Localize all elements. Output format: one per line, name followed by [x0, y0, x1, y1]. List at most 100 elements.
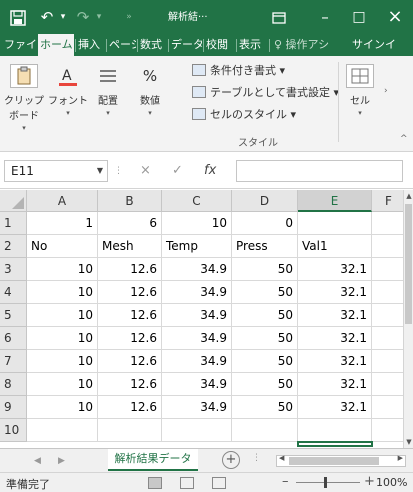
save-icon[interactable]	[6, 0, 30, 34]
cell-d4[interactable]: 50	[232, 281, 298, 304]
cell-d10[interactable]	[232, 419, 298, 442]
maximize-button[interactable]: □	[346, 0, 372, 34]
conditional-format-button[interactable]: 条件付き書式 ▾	[192, 62, 285, 80]
cell-f3[interactable]	[372, 258, 403, 281]
font-button[interactable]: A フォント ▾	[48, 64, 88, 117]
name-box[interactable]: E11 ▼	[4, 160, 108, 182]
tab-file[interactable]: ファイル	[2, 34, 36, 56]
cell-e2[interactable]: Val1	[298, 235, 372, 258]
column-header-e[interactable]: E	[298, 190, 372, 212]
scroll-right-icon[interactable]: ▶	[398, 454, 403, 462]
cells-button[interactable]: セル ▾	[342, 64, 378, 117]
cell-b5[interactable]: 12.6	[98, 304, 162, 327]
redo-icon[interactable]: ↷	[72, 0, 94, 34]
row-header-6[interactable]: 6	[0, 327, 27, 350]
column-header-f[interactable]: F	[372, 190, 403, 212]
zoom-level[interactable]: 100%	[376, 476, 407, 489]
page-layout-view-button[interactable]	[180, 477, 194, 489]
page-break-view-button[interactable]	[212, 477, 226, 489]
zoom-in-button[interactable]: +	[364, 474, 375, 489]
cell-c3[interactable]: 34.9	[162, 258, 232, 281]
zoom-slider-thumb[interactable]	[324, 477, 327, 488]
insert-function-button[interactable]: fx	[204, 160, 216, 182]
cell-styles-button[interactable]: セルのスタイル ▾	[192, 106, 296, 124]
scroll-left-icon[interactable]: ◀	[279, 454, 284, 462]
cell-a8[interactable]: 10	[27, 373, 98, 396]
tell-me-search[interactable]: ♀ 操作アシ	[272, 34, 346, 56]
column-header-b[interactable]: B	[98, 190, 162, 212]
formula-input[interactable]	[236, 160, 403, 182]
row-header-8[interactable]: 8	[0, 373, 27, 396]
tab-data[interactable]: データ	[169, 34, 202, 56]
select-all-button[interactable]	[0, 190, 27, 212]
cell-d3[interactable]: 50	[232, 258, 298, 281]
column-header-c[interactable]: C	[162, 190, 232, 212]
cell-e1[interactable]	[298, 212, 372, 235]
cell-d2[interactable]: Press	[232, 235, 298, 258]
cell-b3[interactable]: 12.6	[98, 258, 162, 281]
sheet-tab-active[interactable]: 解析結果データ	[108, 449, 198, 471]
add-sheet-button[interactable]: +	[222, 451, 240, 469]
cell-d5[interactable]: 50	[232, 304, 298, 327]
cell-f8[interactable]	[372, 373, 403, 396]
cell-d6[interactable]: 50	[232, 327, 298, 350]
row-header-9[interactable]: 9	[0, 396, 27, 419]
cell-a1[interactable]: 1	[27, 212, 98, 235]
cell-c4[interactable]: 34.9	[162, 281, 232, 304]
cell-e7[interactable]: 32.1	[298, 350, 372, 373]
tab-insert[interactable]: 挿入	[76, 34, 105, 56]
cell-a4[interactable]: 10	[27, 281, 98, 304]
cell-c1[interactable]: 10	[162, 212, 232, 235]
cell-e6[interactable]: 32.1	[298, 327, 372, 350]
cell-f2[interactable]	[372, 235, 403, 258]
cell-f1[interactable]	[372, 212, 403, 235]
scroll-down-icon[interactable]: ▼	[404, 436, 413, 448]
cell-a9[interactable]: 10	[27, 396, 98, 419]
zoom-slider-track[interactable]	[296, 482, 360, 483]
cell-d7[interactable]: 50	[232, 350, 298, 373]
cell-b8[interactable]: 12.6	[98, 373, 162, 396]
cell-a6[interactable]: 10	[27, 327, 98, 350]
row-header-2[interactable]: 2	[0, 235, 27, 258]
row-header-1[interactable]: 1	[0, 212, 27, 235]
zoom-out-button[interactable]: –	[282, 474, 289, 489]
tab-home[interactable]: ホーム	[38, 34, 74, 56]
cell-c8[interactable]: 34.9	[162, 373, 232, 396]
row-header-10[interactable]: 10	[0, 419, 27, 442]
cell-f5[interactable]	[372, 304, 403, 327]
tab-review[interactable]: 校閲	[204, 34, 235, 56]
minimize-button[interactable]: –	[312, 0, 338, 34]
column-header-d[interactable]: D	[232, 190, 298, 212]
tab-view[interactable]: 表示	[237, 34, 268, 56]
tab-page-layout[interactable]: ページ	[107, 34, 136, 56]
cell-e5[interactable]: 32.1	[298, 304, 372, 327]
cell-f6[interactable]	[372, 327, 403, 350]
cell-a5[interactable]: 10	[27, 304, 98, 327]
vertical-scrollbar[interactable]: ▲ ▼	[403, 190, 413, 448]
next-sheet-icon[interactable]: ▶	[58, 449, 65, 473]
cell-d1[interactable]: 0	[232, 212, 298, 235]
cell-c9[interactable]: 34.9	[162, 396, 232, 419]
cell-b7[interactable]: 12.6	[98, 350, 162, 373]
undo-icon[interactable]: ↶	[36, 0, 58, 34]
cell-e8[interactable]: 32.1	[298, 373, 372, 396]
cell-c2[interactable]: Temp	[162, 235, 232, 258]
cell-d9[interactable]: 50	[232, 396, 298, 419]
cancel-entry-button[interactable]: ×	[140, 160, 151, 182]
alignment-button[interactable]: 配置 ▾	[88, 64, 128, 117]
sign-in-link[interactable]: サインイ	[350, 34, 413, 56]
column-header-a[interactable]: A	[27, 190, 98, 212]
cell-e10[interactable]	[298, 419, 372, 442]
close-button[interactable]: ×	[382, 0, 408, 34]
normal-view-button[interactable]	[148, 477, 162, 489]
cell-b10[interactable]	[98, 419, 162, 442]
clipboard-button[interactable]: クリップボード ▾	[2, 64, 46, 132]
format-as-table-button[interactable]: テーブルとして書式設定 ▾	[192, 84, 339, 102]
vertical-scroll-thumb[interactable]	[405, 204, 412, 324]
cell-f4[interactable]	[372, 281, 403, 304]
cell-b1[interactable]: 6	[98, 212, 162, 235]
cell-f9[interactable]	[372, 396, 403, 419]
cell-e3[interactable]: 32.1	[298, 258, 372, 281]
cell-c5[interactable]: 34.9	[162, 304, 232, 327]
cell-a2[interactable]: No	[27, 235, 98, 258]
